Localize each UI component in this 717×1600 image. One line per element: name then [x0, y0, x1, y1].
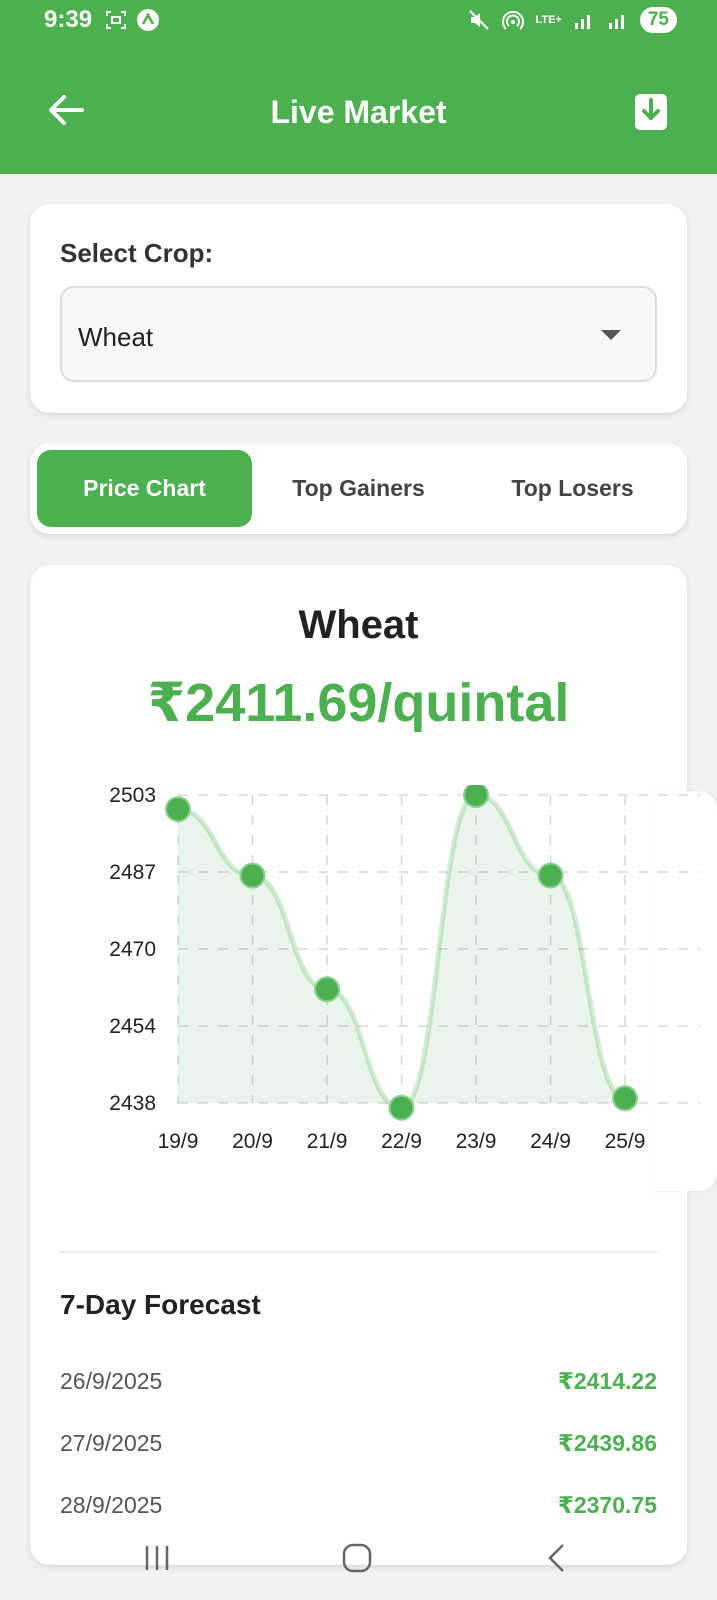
- battery-level: 75: [639, 7, 677, 33]
- page-title: Live Market: [270, 94, 447, 130]
- y-tick-label: 2487: [109, 861, 156, 884]
- system-nav-bar: [0, 1528, 717, 1588]
- home-icon: [342, 1543, 372, 1573]
- tab-price-chart[interactable]: Price Chart: [37, 450, 252, 527]
- crop-dropdown-value: Wheat: [78, 322, 154, 352]
- forecast-row: 28/9/2025 ₹2370.75: [60, 1485, 657, 1525]
- divider: [60, 1251, 657, 1253]
- mute-icon: [469, 10, 490, 30]
- chart-data-point: [612, 1085, 638, 1112]
- tab-top-gainers[interactable]: Top Gainers: [251, 450, 466, 527]
- download-icon: [635, 94, 667, 130]
- recent-apps-icon: [145, 1546, 169, 1570]
- home-button[interactable]: [332, 1538, 382, 1578]
- chevron-left-icon: [548, 1544, 564, 1572]
- x-tick-label: 23/9: [456, 1130, 497, 1153]
- screenshot-icon: [106, 11, 126, 29]
- download-button[interactable]: [631, 90, 671, 134]
- tab-top-losers[interactable]: Top Losers: [465, 450, 680, 527]
- status-bar: 9:39 LTE+ 75: [0, 0, 717, 44]
- signal-icon: [574, 15, 590, 29]
- chart-data-point: [537, 862, 564, 889]
- chart-data-point: [165, 796, 191, 823]
- x-tick-label: 21/9: [307, 1130, 348, 1153]
- x-tick-label: 25/9: [605, 1130, 646, 1153]
- chart-data-point: [314, 976, 340, 1003]
- forecast-price: ₹2439.86: [557, 1429, 657, 1456]
- crop-label: Select Crop:: [60, 238, 214, 268]
- forecast-row: 27/9/2025 ₹2439.86: [60, 1423, 657, 1463]
- crop-selector-card: Select Crop: Wheat: [30, 204, 687, 413]
- x-tick-label: 19/9: [158, 1130, 199, 1153]
- x-tick-label: 24/9: [530, 1130, 571, 1153]
- chevron-down-icon: [601, 330, 621, 340]
- crop-dropdown[interactable]: Wheat: [60, 286, 657, 382]
- x-tick-label: 20/9: [232, 1130, 273, 1153]
- app-bar: Live Market: [0, 44, 717, 174]
- forecast-date: 28/9/2025: [60, 1491, 163, 1518]
- chart-data-point: [463, 785, 489, 808]
- forecast-title: 7-Day Forecast: [60, 1289, 261, 1320]
- y-tick-label: 2503: [109, 785, 156, 807]
- status-time: 9:39: [44, 6, 93, 33]
- forecast-row: 26/9/2025 ₹2414.22: [60, 1361, 657, 1401]
- price-chart-card: Wheat ₹2411.69/quintal 2503 2487 2470 2454 2…: [30, 565, 717, 1565]
- recent-apps-button[interactable]: [132, 1538, 182, 1578]
- forecast-price: ₹2370.75: [557, 1491, 657, 1518]
- x-tick-label: 22/9: [381, 1130, 422, 1153]
- y-tick-label: 2438: [109, 1092, 156, 1115]
- hotspot-icon: [502, 10, 525, 30]
- forecast-date: 27/9/2025: [60, 1429, 163, 1456]
- price-line-chart: 2503 2487 2470 2454 243819/9 20/9 21/9 22/9 23/9…: [109, 785, 700, 1153]
- chart-crop-name: Wheat: [298, 603, 419, 647]
- y-tick-label: 2454: [109, 1015, 156, 1038]
- tabs-card: Price Chart Top Gainers Top Losers: [30, 443, 687, 534]
- signal-icon-2: [608, 15, 624, 29]
- current-price: ₹2411.69/quintal: [147, 673, 570, 733]
- forecast-date: 26/9/2025: [60, 1367, 163, 1394]
- y-tick-label: 2470: [109, 938, 156, 961]
- chart-data-point: [388, 1094, 415, 1121]
- network-type: LTE+: [535, 14, 562, 26]
- forecast-price: ₹2414.22: [557, 1367, 657, 1394]
- chart-data-point: [239, 862, 266, 889]
- nav-back-button[interactable]: [532, 1538, 582, 1578]
- app-notification-icon: [137, 9, 159, 31]
